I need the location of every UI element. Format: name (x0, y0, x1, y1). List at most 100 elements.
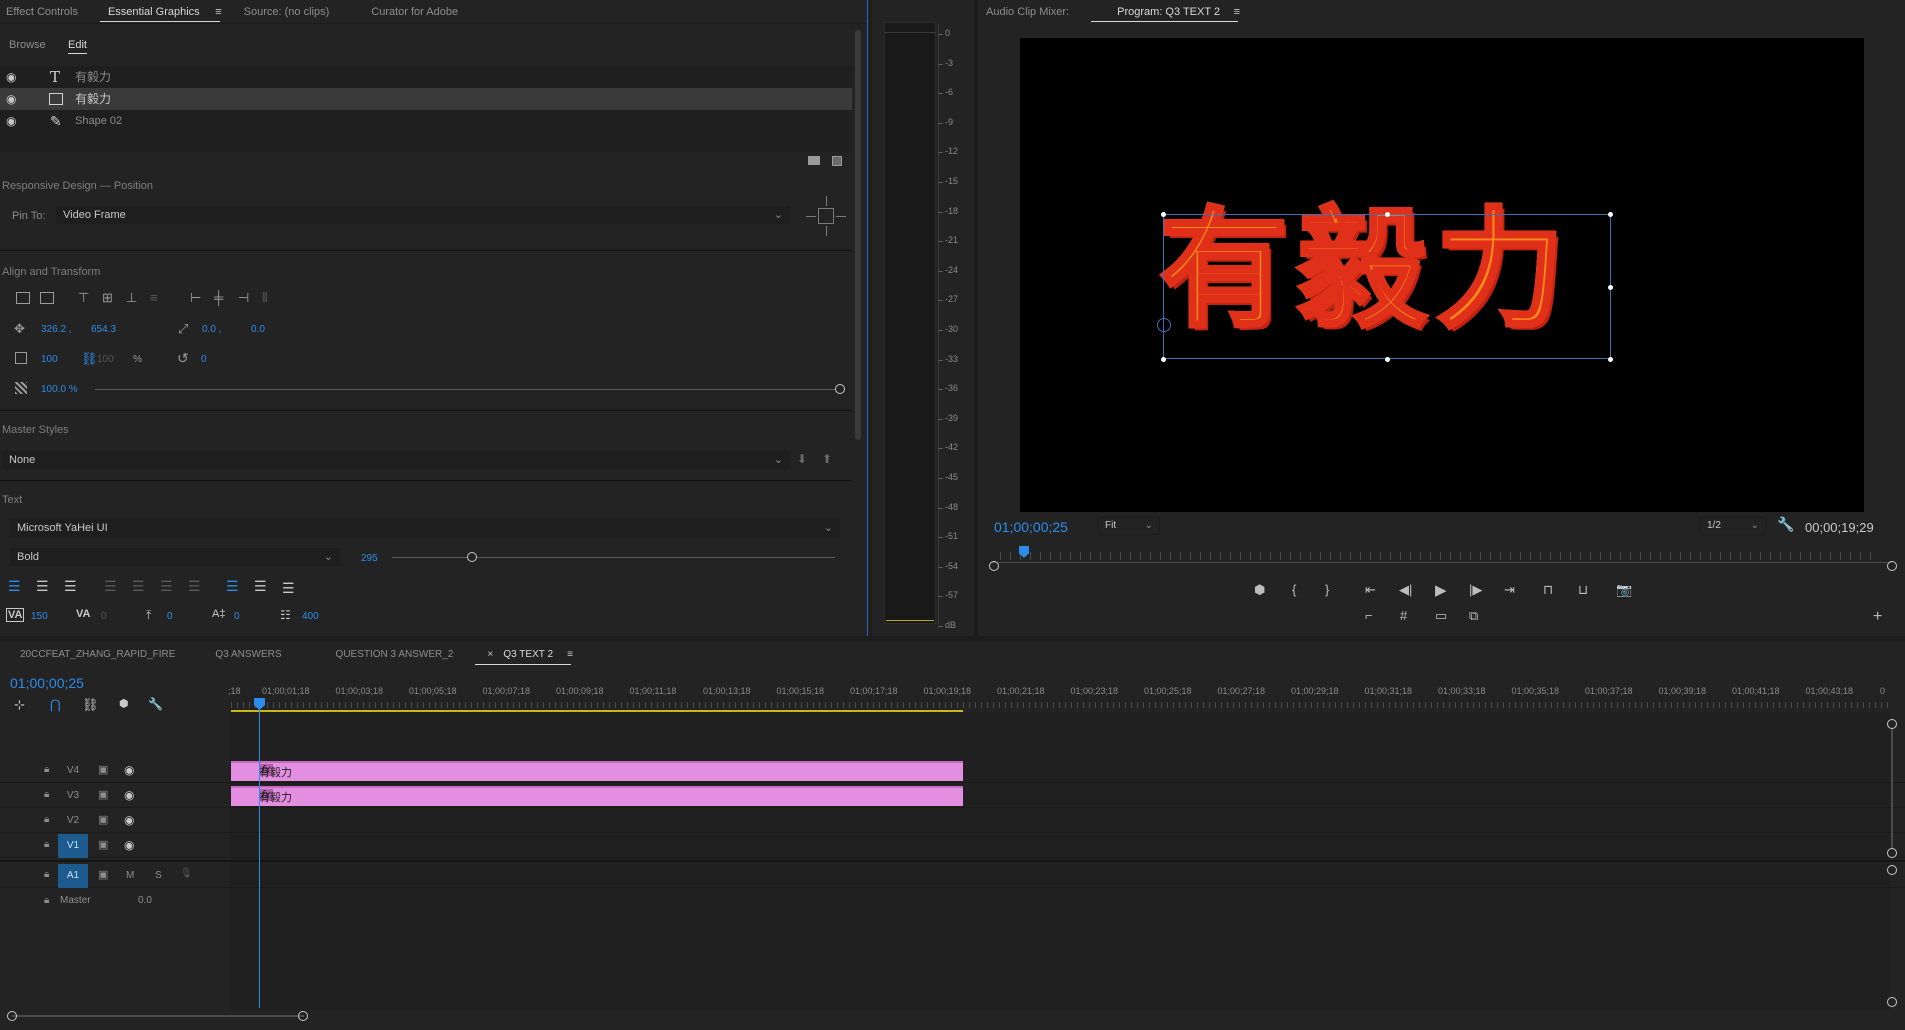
bottom-align-text-icon[interactable]: ☰ (282, 580, 295, 597)
new-group-icon[interactable] (808, 156, 820, 165)
align-left-icon[interactable]: ⊢ (190, 290, 201, 306)
close-icon[interactable]: × (487, 643, 493, 667)
tab-sequence-2[interactable]: Q3 ANSWERS (187, 643, 293, 667)
font-style-dropdown[interactable]: Bold ⌄ (10, 548, 340, 566)
tab-sequence-1[interactable]: 20CCFEAT_ZHANG_RAPID_FIRE (0, 643, 187, 667)
go-to-out-icon[interactable]: ⇥ (1504, 582, 1515, 598)
align-vertical-center-icon[interactable] (16, 292, 30, 304)
kerning-value[interactable]: 0 (101, 611, 107, 622)
track-target[interactable]: V1 (58, 834, 88, 858)
clip-v3[interactable]: fx 有毅力 (231, 786, 963, 806)
lock-icon[interactable]: 🔒︎ (44, 869, 49, 880)
tab-source[interactable]: Source: (no clips) (230, 0, 342, 24)
track-target[interactable]: V3 (58, 784, 88, 808)
vertical-zoom-handle[interactable] (1887, 848, 1897, 858)
sync-lock-icon[interactable]: ▣ (98, 813, 108, 826)
zoom-handle-left[interactable] (989, 561, 999, 571)
linked-selection-icon[interactable]: ⛓ (82, 697, 99, 713)
subtab-browse[interactable]: Browse (9, 39, 46, 51)
font-size-value[interactable]: 295 (361, 553, 378, 564)
pin-widget[interactable] (804, 194, 848, 238)
opacity-slider-thumb[interactable] (835, 384, 845, 394)
sync-lock-icon[interactable]: ▣ (98, 838, 108, 851)
justify-last-center-icon[interactable]: ☰ (132, 578, 145, 595)
tab-effect-controls[interactable]: Effect Controls (0, 0, 90, 24)
lock-icon[interactable]: 🔒︎ (44, 839, 49, 850)
eye-icon[interactable]: ◉ (124, 788, 134, 802)
resolution-dropdown[interactable]: 1/2 ⌄ (1700, 517, 1766, 535)
eye-icon[interactable]: ◉ (6, 110, 16, 132)
tab-sequence-3[interactable]: QUESTION 3 ANSWER_2 (294, 643, 466, 667)
sync-lock-icon[interactable]: ▣ (98, 788, 108, 801)
multi-camera-icon[interactable]: ⧉ (1469, 608, 1478, 624)
subtab-edit[interactable]: Edit (68, 39, 87, 54)
font-size-slider-thumb[interactable] (467, 552, 477, 562)
anchor-x-value[interactable]: 0.0 , (202, 324, 221, 335)
layer-row-shape[interactable]: ◉ ✎ Shape 02 (0, 110, 852, 132)
position-y-value[interactable]: 654.3 (91, 324, 116, 335)
go-to-in-icon[interactable]: ⇤ (1365, 582, 1376, 598)
master-volume-value[interactable]: 0.0 (138, 895, 152, 906)
horizontal-zoom-handle[interactable] (7, 1011, 17, 1021)
distribute-vertical-icon[interactable]: ≡ (150, 290, 158, 305)
opacity-value[interactable]: 100.0 % (41, 384, 78, 395)
resize-handle[interactable] (1385, 357, 1390, 362)
panel-menu-icon[interactable]: ≡ (215, 0, 221, 24)
lock-icon[interactable]: 🔒︎ (44, 814, 49, 825)
timeline-timecode[interactable]: 01;00;00;25 (10, 675, 84, 691)
resize-handle[interactable] (1608, 357, 1613, 362)
solo-button[interactable]: S (155, 870, 162, 881)
link-icon[interactable]: ⛓ (81, 351, 98, 367)
vertical-zoom-handle[interactable] (1887, 719, 1897, 729)
panel-menu-icon[interactable]: ≡ (567, 643, 573, 667)
eye-icon[interactable]: ◉ (6, 66, 16, 88)
leading-value[interactable]: 400 (302, 611, 319, 622)
pin-to-dropdown[interactable]: Video Frame ⌄ (56, 206, 790, 224)
vertical-zoom-handle[interactable] (1887, 865, 1897, 875)
track-target[interactable]: V4 (58, 759, 88, 783)
monitor-scrub-bar[interactable] (992, 562, 1892, 563)
layer-row-clip[interactable]: ◉ 有毅力 (0, 88, 852, 110)
scale-value[interactable]: 100 (41, 354, 58, 365)
align-bottom-icon[interactable]: ⊥ (126, 290, 137, 306)
master-styles-dropdown[interactable]: None ⌄ (2, 451, 790, 469)
wrench-icon[interactable]: 🔧 (1777, 516, 1794, 533)
tab-essential-graphics[interactable]: Essential Graphics ≡ (90, 0, 230, 24)
text-bounding-box[interactable] (1163, 214, 1611, 359)
track-target[interactable]: A1 (58, 864, 88, 888)
eye-icon[interactable]: ◉ (124, 838, 134, 852)
eye-icon[interactable]: ◉ (124, 813, 134, 827)
eye-icon[interactable]: ◉ (124, 763, 134, 777)
tab-audio-clip-mixer[interactable]: Audio Clip Mixer: (978, 0, 1081, 24)
track-target[interactable]: V2 (58, 809, 88, 833)
align-text-left-icon[interactable]: ☰ (8, 578, 21, 595)
distribute-horizontal-icon[interactable]: ⦀ (262, 290, 268, 306)
master-lock-icon[interactable]: 🔒︎ (44, 895, 49, 906)
layer-row-text[interactable]: ◉ T 有毅力 (0, 66, 852, 88)
horizontal-scrollbar[interactable] (12, 1015, 304, 1017)
sync-lock-icon[interactable]: ▣ (98, 868, 108, 881)
align-center-icon[interactable]: ╪ (214, 290, 223, 305)
nest-sequence-icon[interactable]: ⊹ (14, 697, 25, 713)
extract-icon[interactable]: ⊔ (1578, 582, 1588, 598)
play-icon[interactable]: ▶ (1435, 581, 1447, 599)
button-editor-icon[interactable]: + (1873, 608, 1882, 626)
align-top-icon[interactable]: ⊤ (78, 290, 89, 306)
baseline-value[interactable]: 0 (167, 611, 173, 622)
align-text-right-icon[interactable]: ☰ (64, 578, 77, 595)
safe-margins-icon[interactable]: # (1400, 608, 1407, 623)
justify-last-right-icon[interactable]: ☰ (160, 578, 173, 595)
align-right-icon[interactable]: ⊣ (238, 290, 249, 306)
tab-curator[interactable]: Curator for Adobe (341, 0, 470, 24)
top-align-text-icon[interactable]: ☰ (226, 578, 239, 595)
resize-handle[interactable] (1608, 212, 1613, 217)
align-text-center-icon[interactable]: ☰ (36, 578, 49, 595)
sync-lock-icon[interactable]: ▣ (98, 763, 108, 776)
toggle-proxies-icon[interactable]: ▭ (1435, 608, 1447, 624)
anchor-point-icon[interactable] (1157, 318, 1171, 332)
resize-handle[interactable] (1161, 212, 1166, 217)
horizontal-zoom-handle[interactable] (298, 1011, 308, 1021)
font-size-slider-track[interactable] (392, 557, 835, 558)
mute-button[interactable]: M (126, 870, 134, 881)
lock-icon[interactable]: 🔒︎ (44, 789, 49, 800)
